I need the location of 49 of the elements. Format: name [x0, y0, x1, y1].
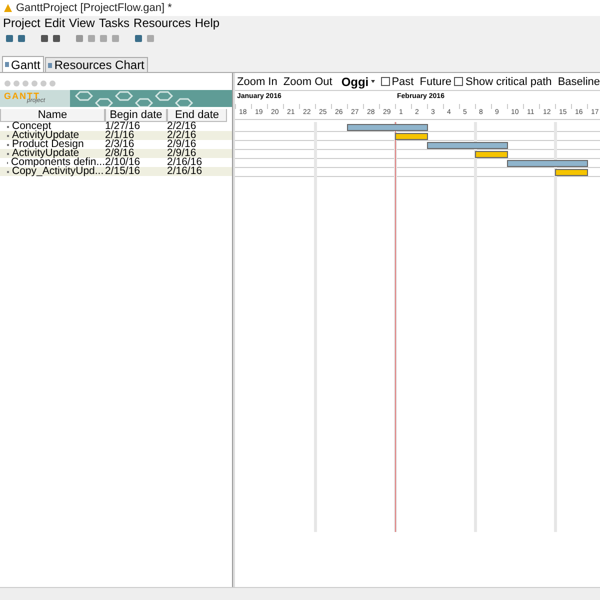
- table-cell: Copy_ActivityUpd...: [12, 167, 104, 176]
- past-label: Past: [392, 76, 414, 88]
- past-checkbox[interactable]: [380, 77, 390, 86]
- table-cell: Components defin...: [11, 158, 105, 167]
- table-cell-text: 2/2/16: [167, 131, 198, 140]
- task-bar[interactable]: [427, 142, 508, 149]
- table-cell-text: 2/1/16: [105, 131, 134, 140]
- table-cell-text: 2/16/16: [167, 167, 204, 176]
- task-bar[interactable]: [555, 169, 588, 176]
- menu-item[interactable]: Project: [2, 16, 44, 31]
- task-bar[interactable]: [507, 160, 588, 167]
- table-cell-text: 2/9/16: [167, 140, 198, 149]
- zoom-in-button[interactable]: Zoom In: [237, 76, 278, 88]
- table-cell-text: 2/15/16: [105, 167, 142, 176]
- future-label: Future: [420, 76, 452, 88]
- menu-item[interactable]: View: [68, 16, 98, 31]
- window-title: GanttProject [ProjectFlow.gan] *: [16, 2, 172, 14]
- table-cell-text: 2/10/16: [105, 158, 142, 167]
- menu-item[interactable]: Tasks: [98, 16, 133, 31]
- tab-icon: [5, 62, 9, 67]
- tab-icon: [48, 62, 52, 68]
- critical-path-button[interactable]: Show critical path: [466, 76, 552, 88]
- table-cell-text: 2/9/16: [167, 149, 196, 158]
- table-cell: Product Design: [12, 140, 84, 149]
- table-cell: ActivityUpdate: [12, 149, 80, 158]
- zoom-out-button[interactable]: Zoom Out: [283, 76, 332, 88]
- future-checkbox[interactable]: [454, 77, 463, 86]
- tab[interactable]: Gantt: [2, 56, 44, 72]
- menu-item[interactable]: Resources: [132, 16, 194, 31]
- column-header[interactable]: Name: [0, 109, 105, 122]
- task-bar[interactable]: [347, 124, 428, 131]
- table-cell-text: 1/27/16: [105, 122, 142, 131]
- today-button[interactable]: Oggi: [341, 74, 375, 88]
- table-cell: Concept: [12, 122, 52, 131]
- caret-icon: [370, 80, 375, 83]
- tab[interactable]: Resources Chart: [45, 57, 148, 72]
- app-icon: [3, 3, 13, 13]
- task-bar[interactable]: [475, 151, 508, 158]
- baselines-button[interactable]: Baseline: [558, 76, 600, 88]
- table-cell-text: 2/16/16: [167, 158, 204, 167]
- column-header[interactable]: End date: [167, 109, 227, 122]
- table-cell-text: 2/8/16: [105, 149, 134, 158]
- table-cell-text: 2/3/16: [105, 140, 136, 149]
- table-cell-text: 2/2/16: [167, 122, 198, 131]
- table-cell: ActivityUpdate: [12, 131, 80, 140]
- task-bar[interactable]: [395, 133, 428, 140]
- menu-item[interactable]: Edit: [43, 16, 68, 31]
- menu-item[interactable]: Help: [194, 16, 223, 31]
- column-header[interactable]: Begin date: [105, 109, 167, 122]
